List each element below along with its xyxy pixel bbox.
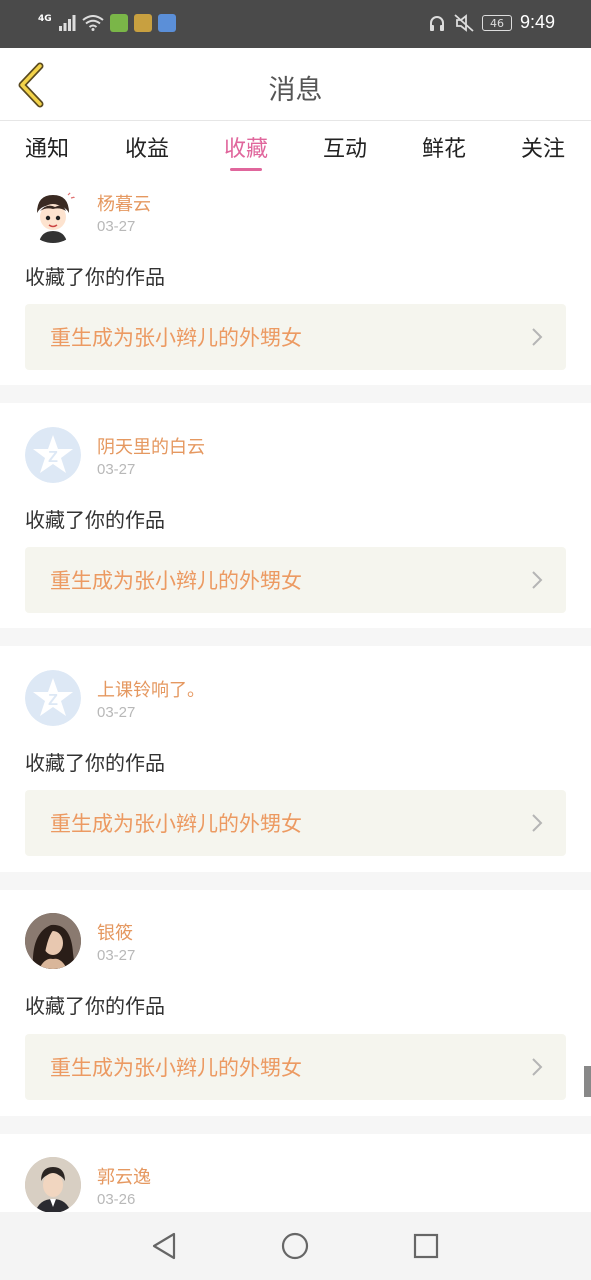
avatar[interactable]: Z — [25, 427, 81, 483]
nav-back-button[interactable] — [149, 1230, 181, 1262]
tab-follows[interactable]: 关注 — [521, 131, 565, 163]
work-title: 重生成为张小辫儿的外甥女 — [50, 326, 302, 350]
work-title: 重生成为张小辫儿的外甥女 — [50, 812, 302, 836]
avatar[interactable] — [25, 1157, 81, 1213]
status-bar: 4G 46 9:49 — [0, 0, 591, 48]
work-link[interactable]: 重生成为张小辫儿的外甥女 — [25, 547, 566, 613]
tab-favorites[interactable]: 收藏 — [224, 131, 268, 163]
tab-notifications[interactable]: 通知 — [25, 131, 69, 163]
triangle-back-icon — [152, 1232, 176, 1260]
avatar[interactable]: Z — [25, 670, 81, 726]
action-text: 收藏了你的作品 — [25, 508, 165, 532]
username[interactable]: 阴天里的白云 — [97, 433, 205, 459]
work-title: 重生成为张小辫儿的外甥女 — [50, 1056, 302, 1080]
system-nav-bar — [0, 1212, 591, 1280]
app-notification-icon — [133, 14, 152, 32]
avatar[interactable] — [25, 187, 81, 243]
network-type: 4G — [38, 14, 52, 24]
user-photo-icon — [25, 913, 81, 969]
tab-bar: 通知 收益 收藏 互动 鲜花 关注 — [0, 121, 591, 181]
action-text: 收藏了你的作品 — [25, 751, 165, 775]
tab-earnings[interactable]: 收益 — [125, 131, 169, 163]
message-date: 03-27 — [97, 947, 136, 964]
message-date: 03-27 — [97, 704, 136, 721]
square-recents-icon — [413, 1233, 439, 1259]
top-bar: 消息 — [0, 48, 591, 121]
chevron-right-icon — [532, 571, 543, 589]
message-date: 03-26 — [97, 1191, 136, 1208]
action-text: 收藏了你的作品 — [25, 994, 165, 1018]
default-avatar-icon: Z — [25, 427, 81, 483]
message-date: 03-27 — [97, 461, 136, 478]
chevron-right-icon — [532, 814, 543, 832]
app-notification-icon — [157, 14, 176, 32]
app-notification-icon — [109, 14, 128, 32]
battery-indicator: 46 — [481, 14, 512, 31]
signal-icon — [58, 15, 76, 31]
chevron-right-icon — [532, 1058, 543, 1076]
message-card: Z 上课铃响了。 03-27 收藏了你的作品 重生成为张小辫儿的外甥女 — [0, 646, 591, 872]
wifi-icon — [82, 15, 104, 31]
user-photo-icon — [25, 1157, 81, 1213]
username[interactable]: 上课铃响了。 — [97, 676, 205, 702]
clock: 9:49 — [519, 12, 555, 32]
svg-text:Z: Z — [48, 449, 58, 466]
work-link[interactable]: 重生成为张小辫儿的外甥女 — [25, 304, 566, 370]
nav-recents-button[interactable] — [410, 1230, 442, 1262]
active-tab-indicator — [230, 168, 262, 171]
headphone-icon — [429, 15, 444, 31]
work-title: 重生成为张小辫儿的外甥女 — [50, 569, 302, 593]
mute-icon — [454, 13, 474, 32]
tab-interactions[interactable]: 互动 — [323, 131, 367, 163]
page-title: 消息 — [268, 75, 323, 106]
message-card: Z 阴天里的白云 03-27 收藏了你的作品 重生成为张小辫儿的外甥女 — [0, 403, 591, 628]
scrollbar-thumb[interactable] — [584, 1066, 591, 1097]
default-avatar-icon: Z — [25, 670, 81, 726]
nav-home-button[interactable] — [279, 1230, 311, 1262]
tab-flowers[interactable]: 鲜花 — [422, 131, 466, 163]
username[interactable]: 银筱 — [97, 919, 133, 945]
circle-home-icon — [281, 1232, 309, 1260]
chevron-right-icon — [532, 328, 543, 346]
message-date: 03-27 — [97, 218, 136, 235]
message-card: 银筱 03-27 收藏了你的作品 重生成为张小辫儿的外甥女 — [0, 890, 591, 1116]
username[interactable]: 郭云逸 — [97, 1163, 151, 1189]
message-card: 杨暮云 03-27 收藏了你的作品 重生成为张小辫儿的外甥女 — [0, 181, 591, 385]
cartoon-avatar-icon — [25, 187, 81, 243]
svg-text:Z: Z — [48, 692, 58, 709]
avatar[interactable] — [25, 913, 81, 969]
username[interactable]: 杨暮云 — [97, 190, 151, 216]
action-text: 收藏了你的作品 — [25, 265, 165, 289]
message-card: 郭云逸 03-26 — [0, 1134, 591, 1213]
work-link[interactable]: 重生成为张小辫儿的外甥女 — [25, 1034, 566, 1100]
work-link[interactable]: 重生成为张小辫儿的外甥女 — [25, 790, 566, 856]
